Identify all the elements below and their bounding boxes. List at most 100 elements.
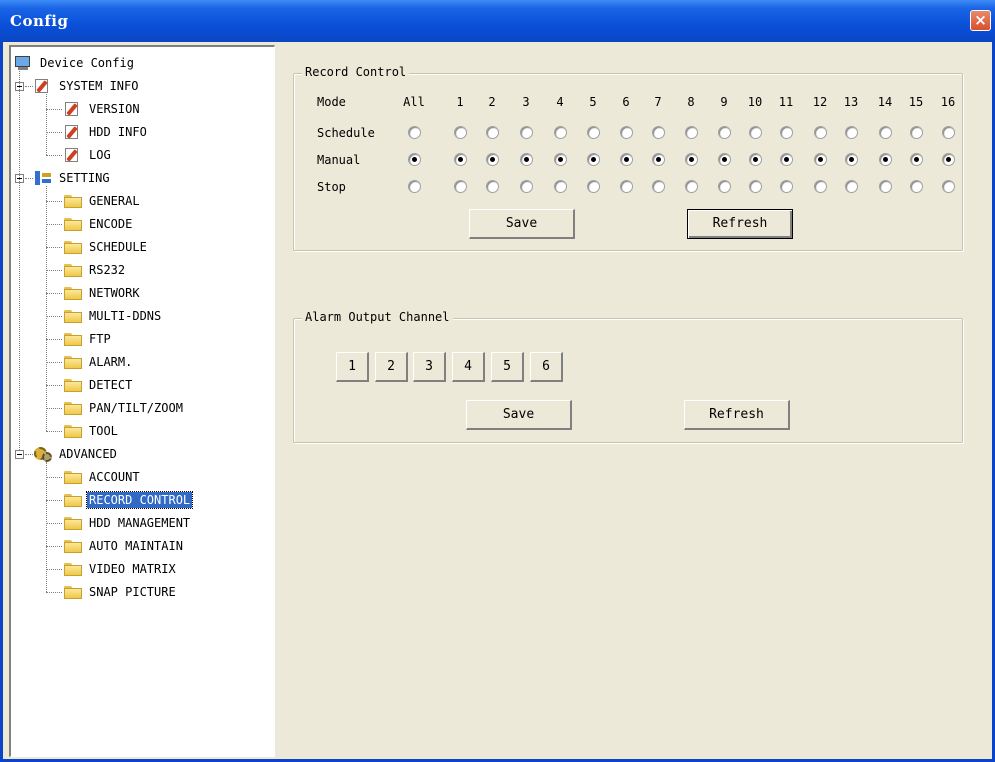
radio-manual-channel[interactable] (910, 153, 923, 166)
radio-schedule-channel[interactable] (486, 126, 499, 139)
radio-stop-channel[interactable] (845, 180, 858, 193)
radio-stop-channel[interactable] (749, 180, 762, 193)
channel-header: 2 (488, 95, 496, 109)
tree-item-detect[interactable]: DETECT (63, 374, 134, 396)
channel-header: 5 (589, 95, 597, 109)
radio-all-schedule[interactable] (408, 126, 421, 139)
tree-item-account[interactable]: ACCOUNT (63, 466, 142, 488)
tree-item-auto-maintain[interactable]: AUTO MAINTAIN (63, 535, 185, 557)
channel-header: 11 (778, 95, 794, 109)
radio-schedule-channel[interactable] (454, 126, 467, 139)
record-save-button[interactable]: Save (469, 209, 575, 239)
radio-manual-channel[interactable] (520, 153, 533, 166)
radio-manual-channel[interactable] (879, 153, 892, 166)
radio-manual-channel[interactable] (587, 153, 600, 166)
radio-stop-channel[interactable] (942, 180, 955, 193)
radio-schedule-channel[interactable] (780, 126, 793, 139)
tree-item-tool[interactable]: TOOL (63, 420, 120, 442)
radio-schedule-channel[interactable] (749, 126, 762, 139)
tree-item-pan-tilt-zoom[interactable]: PAN/TILT/ZOOM (63, 397, 185, 419)
alarm-channel-button[interactable]: 3 (413, 352, 446, 382)
radio-manual-channel[interactable] (652, 153, 665, 166)
tree-item-rs232[interactable]: RS232 (63, 259, 127, 281)
tree-item-schedule[interactable]: SCHEDULE (63, 236, 149, 258)
radio-schedule-channel[interactable] (652, 126, 665, 139)
radio-schedule-channel[interactable] (845, 126, 858, 139)
tree-item-ftp[interactable]: FTP (63, 328, 113, 350)
radio-stop-channel[interactable] (652, 180, 665, 193)
alarm-channel-button[interactable]: 1 (336, 352, 369, 382)
alarm-refresh-button[interactable]: Refresh (684, 400, 790, 430)
radio-all-manual[interactable] (408, 153, 421, 166)
alarm-channel-button[interactable]: 5 (491, 352, 524, 382)
alarm-channel-button[interactable]: 4 (452, 352, 485, 382)
tree-item-snap-picture[interactable]: SNAP PICTURE (63, 581, 178, 603)
tree-item-video-matrix[interactable]: VIDEO MATRIX (63, 558, 178, 580)
tree-item-general[interactable]: GENERAL (63, 190, 142, 212)
radio-stop-channel[interactable] (910, 180, 923, 193)
radio-stop-channel[interactable] (718, 180, 731, 193)
radio-schedule-channel[interactable] (879, 126, 892, 139)
radio-stop-channel[interactable] (879, 180, 892, 193)
title-bar[interactable]: Config × (0, 0, 995, 42)
tree-item-log[interactable]: LOG (63, 144, 113, 166)
tree-item-record-control[interactable]: RECORD CONTROL (63, 489, 194, 511)
tree-item-version[interactable]: VERSION (63, 98, 142, 120)
tree-item-device-config[interactable]: Device Config (14, 52, 136, 74)
radio-manual-channel[interactable] (845, 153, 858, 166)
radio-manual-channel[interactable] (718, 153, 731, 166)
radio-manual-channel[interactable] (454, 153, 467, 166)
radio-stop-channel[interactable] (454, 180, 467, 193)
radio-schedule-channel[interactable] (910, 126, 923, 139)
radio-schedule-channel[interactable] (554, 126, 567, 139)
radio-schedule-channel[interactable] (587, 126, 600, 139)
radio-manual-channel[interactable] (814, 153, 827, 166)
radio-stop-channel[interactable] (587, 180, 600, 193)
close-button[interactable]: × (970, 10, 991, 31)
folder-icon (63, 469, 83, 485)
radio-stop-channel[interactable] (780, 180, 793, 193)
tree-item-alarm[interactable]: ALARM. (63, 351, 134, 373)
radio-stop-channel[interactable] (620, 180, 633, 193)
radio-all-stop[interactable] (408, 180, 421, 193)
radio-manual-channel[interactable] (486, 153, 499, 166)
alarm-channel-button[interactable]: 2 (375, 352, 408, 382)
tree-item-label: ADVANCED (59, 447, 117, 461)
radio-manual-channel[interactable] (942, 153, 955, 166)
radio-schedule-channel[interactable] (814, 126, 827, 139)
advanced-collapse-icon[interactable] (15, 450, 24, 459)
tree-item-hdd-info[interactable]: HDD INFO (63, 121, 149, 143)
tree-item-label: SCHEDULE (89, 240, 147, 254)
channel-header: 9 (720, 95, 728, 109)
tree-item-encode[interactable]: ENCODE (63, 213, 134, 235)
doc-edit-icon (63, 124, 83, 140)
radio-stop-channel[interactable] (814, 180, 827, 193)
radio-manual-channel[interactable] (780, 153, 793, 166)
radio-schedule-channel[interactable] (520, 126, 533, 139)
tree-item-setting[interactable]: SETTING (33, 167, 112, 189)
radio-manual-channel[interactable] (620, 153, 633, 166)
monitor-icon (14, 55, 34, 71)
radio-stop-channel[interactable] (486, 180, 499, 193)
alarm-save-button[interactable]: Save (466, 400, 572, 430)
record-refresh-button[interactable]: Refresh (687, 209, 793, 239)
radio-schedule-channel[interactable] (942, 126, 955, 139)
radio-schedule-channel[interactable] (685, 126, 698, 139)
tree-item-hdd-management[interactable]: HDD MANAGEMENT (63, 512, 192, 534)
radio-schedule-channel[interactable] (620, 126, 633, 139)
tree-item-network[interactable]: NETWORK (63, 282, 142, 304)
radio-manual-channel[interactable] (749, 153, 762, 166)
radio-stop-channel[interactable] (520, 180, 533, 193)
radio-manual-channel[interactable] (685, 153, 698, 166)
alarm-channel-button[interactable]: 6 (530, 352, 563, 382)
tree-item-system-info[interactable]: SYSTEM INFO (33, 75, 140, 97)
radio-schedule-channel[interactable] (718, 126, 731, 139)
folder-icon (63, 331, 83, 347)
radio-stop-channel[interactable] (685, 180, 698, 193)
tree-item-multi-ddns[interactable]: MULTI-DDNS (63, 305, 163, 327)
channel-header: 3 (522, 95, 530, 109)
radio-stop-channel[interactable] (554, 180, 567, 193)
config-tree[interactable]: Device Config SYSTEM INFO VERSION HDD INFO L… (9, 45, 275, 757)
tree-item-label: TOOL (89, 424, 118, 438)
radio-manual-channel[interactable] (554, 153, 567, 166)
